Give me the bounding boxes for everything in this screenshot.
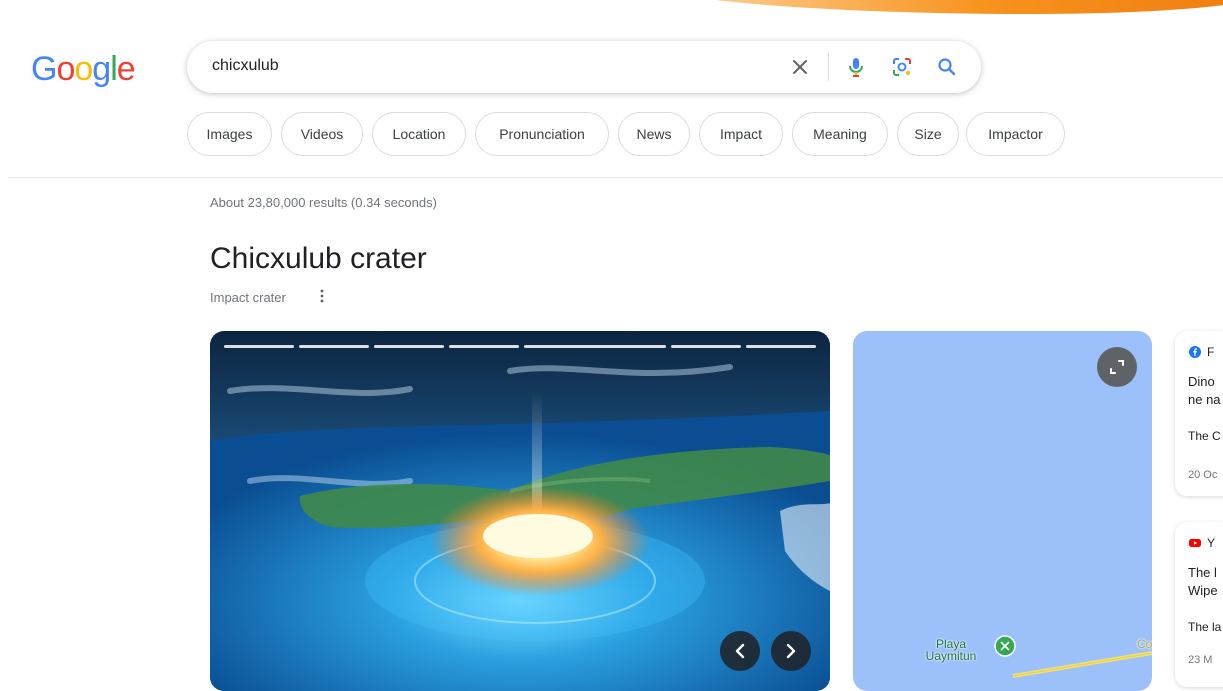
search-bar[interactable]: chicxulub [187,41,981,93]
more-options-icon[interactable] [318,288,326,304]
card-title-line1: Dino [1188,374,1215,389]
logo-letter: e [116,50,136,88]
chip-images[interactable]: Images [187,112,272,156]
knowledge-panel-subtitle: Impact crater [210,290,286,305]
card-publisher: The C [1188,429,1221,443]
card-title-line1: The l [1188,565,1217,580]
facebook-icon [1189,346,1201,358]
progress-segment [224,345,294,348]
chip-size[interactable]: Size [897,112,959,156]
knowledge-panel-title[interactable]: Chicxulub crater [210,242,427,276]
card-publisher: The la [1188,620,1222,634]
microphone-icon[interactable] [844,55,868,79]
chevron-right-icon [786,643,796,659]
close-icon[interactable] [788,55,812,79]
carousel-progress [224,345,816,348]
progress-segment [671,345,741,348]
search-bar-separator [828,53,829,81]
map-place-line2: Uaymitun [925,649,977,663]
carousel-prev-button[interactable] [720,631,760,671]
map-partial-label: Con [1137,637,1152,651]
top-decoration [663,0,1223,14]
card-title-line2: ne na [1188,392,1221,407]
chip-videos[interactable]: Videos [281,112,363,156]
side-card-youtube[interactable]: Y The l Wipe The la 23 M [1175,522,1223,687]
chip-news[interactable]: News [618,112,690,156]
lens-icon[interactable] [890,55,914,79]
card-date: 20 Oc [1188,469,1218,481]
card-source-label: F [1207,345,1215,359]
progress-segment [299,345,369,348]
logo-letter: o [74,50,93,88]
result-stats: About 23,80,000 results (0.34 seconds) [210,195,437,210]
hero-image-carousel[interactable] [210,331,830,691]
search-icon[interactable] [935,55,959,79]
google-logo[interactable]: Google [31,50,136,89]
progress-segment [524,345,666,348]
card-source-label: Y [1207,536,1216,550]
header-divider [8,177,1223,178]
map-pin-icon[interactable] [994,635,1016,657]
card-title: The l Wipe [1188,564,1218,600]
youtube-icon [1189,539,1201,547]
progress-segment [746,345,816,348]
logo-letter: G [31,50,57,88]
card-title-line2: Wipe [1188,583,1218,598]
card-source: Y [1189,536,1215,550]
card-date: 23 M [1188,654,1213,666]
chip-meaning[interactable]: Meaning [792,112,888,156]
chevron-left-icon [735,643,745,659]
carousel-next-button[interactable] [771,631,811,671]
side-card-facebook[interactable]: F Dino ne na The C 20 Oc [1175,331,1223,496]
card-title: Dino ne na [1188,373,1221,409]
chip-pronunciation[interactable]: Pronunciation [475,112,609,156]
progress-segment [449,345,519,348]
logo-letter: g [92,50,111,88]
chip-location[interactable]: Location [372,112,466,156]
card-source: F [1189,345,1214,359]
progress-segment [374,345,444,348]
map-place-label[interactable]: Playa Uaymitun [921,638,981,662]
chip-impact[interactable]: Impact [699,112,783,156]
chip-impactor[interactable]: Impactor [966,112,1065,156]
search-input[interactable]: chicxulub [212,57,279,75]
logo-letter: o [56,50,75,88]
map-panel[interactable]: Playa Uaymitun Con [853,331,1152,691]
